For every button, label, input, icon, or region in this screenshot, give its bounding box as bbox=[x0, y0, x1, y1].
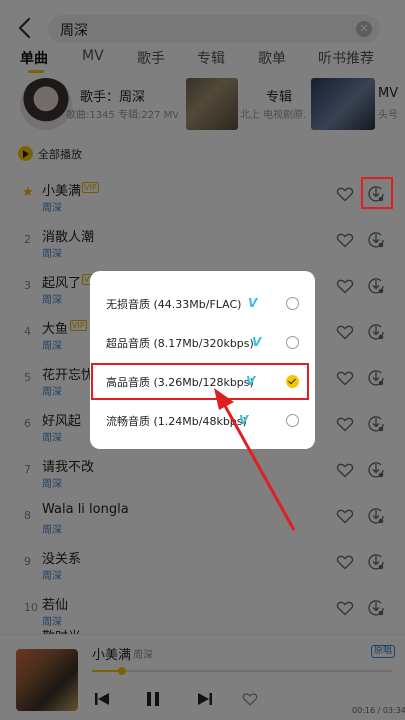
quality-option-label: 无损音质 (44.33Mb/FLAC) bbox=[106, 298, 242, 311]
radio-button[interactable] bbox=[286, 414, 299, 427]
app-screen: 周深 ✕ 单曲 MV 歌手 专辑 歌单 听书推荐 歌手：周深 歌曲:1345 专… bbox=[0, 0, 405, 720]
highlight-box-quality bbox=[91, 363, 309, 400]
quality-option-smooth[interactable]: 流畅音质 (1.24Mb/48kbps) V bbox=[90, 402, 315, 440]
highlight-box-download bbox=[361, 177, 393, 209]
quality-option-lossless[interactable]: 无损音质 (44.33Mb/FLAC) V bbox=[90, 285, 315, 323]
vip-icon: V bbox=[248, 296, 258, 310]
quality-dialog: 无损音质 (44.33Mb/FLAC) V 超品音质 (8.17Mb/320kb… bbox=[90, 271, 315, 449]
quality-option-super[interactable]: 超品音质 (8.17Mb/320kbps) V bbox=[90, 324, 315, 362]
radio-button[interactable] bbox=[286, 336, 299, 349]
quality-option-label: 流畅音质 (1.24Mb/48kbps) bbox=[106, 415, 247, 428]
quality-option-label: 超品音质 (8.17Mb/320kbps) bbox=[106, 337, 254, 350]
radio-button[interactable] bbox=[286, 297, 299, 310]
vip-icon: V bbox=[252, 335, 262, 349]
vip-icon: V bbox=[239, 413, 249, 427]
